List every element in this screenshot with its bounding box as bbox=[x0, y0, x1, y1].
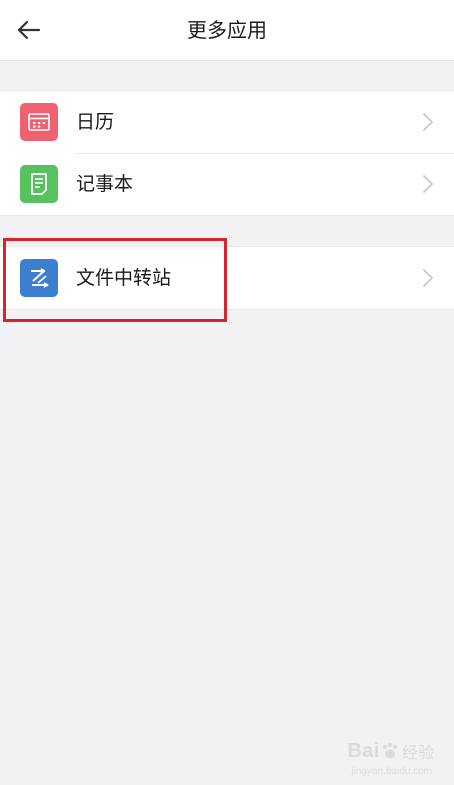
app-label-notepad: 记事本 bbox=[76, 173, 134, 195]
app-label-calendar: 日历 bbox=[76, 111, 115, 133]
notepad-icon bbox=[20, 165, 58, 203]
app-row-file-transfer[interactable]: 文件中转站 bbox=[0, 247, 454, 309]
more-apps-screen: 更多应用 日历 记事本 文件中转站 Bai 经验 jingyan.baidu.c… bbox=[0, 0, 454, 785]
watermark-brand: Bai bbox=[347, 739, 380, 762]
file-transfer-icon bbox=[20, 259, 58, 297]
chevron-right-icon bbox=[423, 113, 433, 131]
watermark-text: 经验 bbox=[401, 743, 434, 762]
watermark-url: jingyan.baidu.com bbox=[351, 766, 432, 777]
nav-bar: 更多应用 bbox=[0, 0, 454, 61]
paw-icon bbox=[382, 742, 398, 759]
app-group-secondary: 文件中转站 bbox=[0, 246, 454, 310]
page-title: 更多应用 bbox=[187, 18, 267, 42]
app-row-notepad[interactable]: 记事本 bbox=[0, 153, 454, 215]
app-row-calendar[interactable]: 日历 bbox=[0, 91, 454, 153]
app-group-primary: 日历 记事本 bbox=[0, 90, 454, 216]
chevron-right-icon bbox=[423, 269, 433, 287]
watermark-logo: Bai 经验 bbox=[347, 739, 434, 763]
chevron-right-icon bbox=[423, 175, 433, 193]
calendar-icon bbox=[20, 103, 58, 141]
app-label-file-transfer: 文件中转站 bbox=[76, 267, 172, 289]
